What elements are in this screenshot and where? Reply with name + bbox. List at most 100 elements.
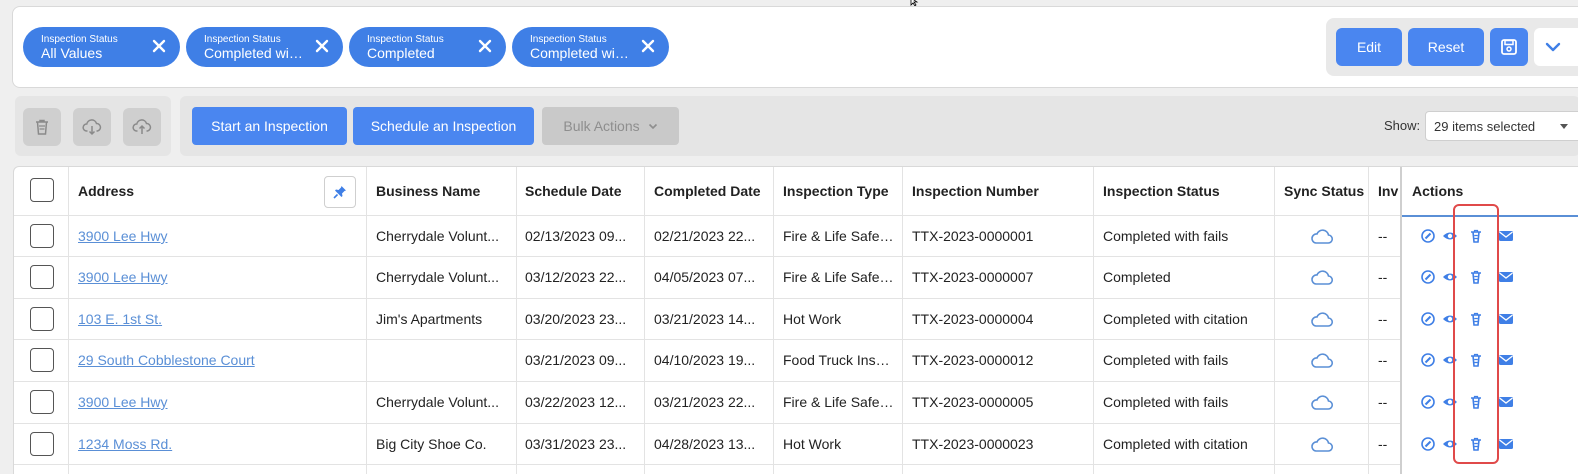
business-name-cell: Cherrydale Volunt... bbox=[376, 228, 499, 244]
edit-icon[interactable] bbox=[1420, 311, 1436, 327]
inv-cell: -- bbox=[1378, 228, 1388, 244]
email-icon[interactable] bbox=[1498, 311, 1514, 327]
business-name-cell: Jim's Apartments bbox=[376, 311, 483, 327]
filter-chip[interactable]: Inspection Status All Values bbox=[23, 27, 180, 67]
filter-chip[interactable]: Inspection Status Completed wit... bbox=[186, 27, 343, 67]
close-icon[interactable] bbox=[476, 37, 494, 55]
row-checkbox[interactable] bbox=[30, 307, 54, 331]
email-icon[interactable] bbox=[1498, 436, 1514, 452]
save-icon bbox=[1501, 39, 1517, 55]
business-name-cell: Cherrydale Volunt... bbox=[376, 394, 499, 410]
filter-chip-value: All Values bbox=[41, 45, 103, 61]
schedule-date-cell: 03/31/2023 23... bbox=[525, 436, 627, 452]
inspection-type-cell: Fire & Life Safet... bbox=[783, 228, 895, 244]
row-divider bbox=[14, 423, 1578, 424]
close-icon[interactable] bbox=[150, 37, 168, 55]
row-checkbox[interactable] bbox=[30, 265, 54, 289]
email-icon[interactable] bbox=[1498, 394, 1514, 410]
row-checkbox[interactable] bbox=[30, 224, 54, 248]
inv-cell: -- bbox=[1378, 436, 1388, 452]
filter-chip-value: Completed wit... bbox=[204, 45, 304, 61]
inspection-type-cell: Food Truck Insp... bbox=[783, 352, 895, 368]
address-link[interactable]: 103 E. 1st St. bbox=[78, 311, 358, 327]
column-header-schedule-date[interactable]: Schedule Date bbox=[525, 183, 621, 199]
column-header-inspection-status[interactable]: Inspection Status bbox=[1103, 183, 1220, 199]
column-header-business-name[interactable]: Business Name bbox=[376, 183, 480, 199]
column-divider bbox=[902, 167, 903, 474]
column-divider bbox=[773, 167, 774, 474]
filter-chip[interactable]: Inspection Status Completed bbox=[349, 27, 506, 67]
completed-date-cell: 03/21/2023 22... bbox=[654, 394, 756, 410]
column-divider bbox=[366, 167, 367, 474]
delete-button[interactable] bbox=[23, 108, 61, 146]
edit-icon[interactable] bbox=[1420, 228, 1436, 244]
schedule-date-cell: 03/12/2023 22... bbox=[525, 269, 627, 285]
schedule-date-cell: 03/21/2023 09... bbox=[525, 352, 627, 368]
caret-down-icon bbox=[1560, 124, 1568, 129]
email-icon[interactable] bbox=[1498, 269, 1514, 285]
edit-icon[interactable] bbox=[1420, 352, 1436, 368]
pin-column-button[interactable] bbox=[324, 176, 356, 208]
column-header-address[interactable]: Address bbox=[78, 183, 134, 199]
row-divider bbox=[14, 256, 1578, 257]
completed-date-cell: 04/05/2023 07... bbox=[654, 269, 756, 285]
business-name-cell: Big City Shoe Co. bbox=[376, 436, 487, 452]
completed-date-cell: 03/21/2023 14... bbox=[654, 311, 756, 327]
show-label: Show: bbox=[1384, 118, 1421, 133]
column-header-inv[interactable]: Inv bbox=[1378, 183, 1402, 199]
trash-icon bbox=[36, 119, 48, 135]
edit-icon[interactable] bbox=[1420, 394, 1436, 410]
close-icon[interactable] bbox=[313, 37, 331, 55]
business-name-cell: Cherrydale Volunt... bbox=[376, 269, 499, 285]
bulk-actions-button[interactable]: Bulk Actions bbox=[542, 107, 679, 145]
schedule-date-cell: 03/20/2023 23... bbox=[525, 311, 627, 327]
inspection-number-cell: TTX-2023-0000007 bbox=[912, 269, 1034, 285]
email-icon[interactable] bbox=[1498, 228, 1514, 244]
column-header-inspection-number[interactable]: Inspection Number bbox=[912, 183, 1039, 199]
column-divider bbox=[68, 167, 69, 474]
inspection-type-cell: Fire & Life Safet... bbox=[783, 394, 895, 410]
column-divider bbox=[1274, 167, 1275, 474]
inspection-number-cell: TTX-2023-0000004 bbox=[912, 311, 1034, 327]
edit-icon[interactable] bbox=[1420, 269, 1436, 285]
chevron-down-icon bbox=[1545, 42, 1561, 52]
row-checkbox[interactable] bbox=[30, 432, 54, 456]
cloud-upload-icon bbox=[132, 119, 152, 134]
inspection-status-cell: Completed with fails bbox=[1103, 228, 1229, 244]
address-link[interactable]: 1234 Moss Rd. bbox=[78, 436, 358, 452]
column-header-completed-date[interactable]: Completed Date bbox=[654, 183, 761, 199]
row-divider bbox=[14, 298, 1578, 299]
row-divider bbox=[14, 339, 1578, 340]
address-link[interactable]: 3900 Lee Hwy bbox=[78, 269, 358, 285]
address-link[interactable]: 3900 Lee Hwy bbox=[78, 394, 358, 410]
filter-chip[interactable]: Inspection Status Completed wit... bbox=[512, 27, 669, 67]
mouse-cursor-icon bbox=[910, 0, 919, 6]
row-checkbox[interactable] bbox=[30, 390, 54, 414]
filter-chip-value: Completed wit... bbox=[530, 45, 630, 61]
filter-chips: Inspection Status All Values Inspection … bbox=[23, 27, 669, 67]
schedule-inspection-button[interactable]: Schedule an Inspection bbox=[353, 107, 534, 145]
save-filters-button[interactable] bbox=[1490, 28, 1528, 66]
show-items-select[interactable]: 29 items selected bbox=[1425, 111, 1578, 141]
address-link[interactable]: 29 South Cobblestone Court bbox=[78, 352, 358, 368]
start-inspection-button[interactable]: Start an Inspection bbox=[192, 107, 347, 145]
upload-button[interactable] bbox=[123, 108, 161, 146]
download-button[interactable] bbox=[73, 108, 111, 146]
edit-icon[interactable] bbox=[1420, 436, 1436, 452]
reset-filters-button[interactable]: Reset bbox=[1408, 28, 1484, 66]
edit-filters-button[interactable]: Edit bbox=[1336, 28, 1402, 66]
address-link[interactable]: 3900 Lee Hwy bbox=[78, 228, 358, 244]
column-header-inspection-type[interactable]: Inspection Type bbox=[783, 183, 895, 199]
row-divider bbox=[14, 464, 1578, 465]
email-icon[interactable] bbox=[1498, 352, 1514, 368]
inspection-status-cell: Completed with citation bbox=[1103, 311, 1248, 327]
inspection-status-cell: Completed with citation bbox=[1103, 436, 1248, 452]
expand-filters-button[interactable] bbox=[1534, 28, 1578, 66]
close-icon[interactable] bbox=[639, 37, 657, 55]
column-header-actions: Actions bbox=[1412, 183, 1464, 199]
row-divider bbox=[14, 381, 1578, 382]
inspection-number-cell: TTX-2023-0000012 bbox=[912, 352, 1034, 368]
row-checkbox[interactable] bbox=[30, 348, 54, 372]
column-header-sync-status[interactable]: Sync Status bbox=[1284, 183, 1364, 199]
select-all-checkbox[interactable] bbox=[30, 178, 54, 202]
